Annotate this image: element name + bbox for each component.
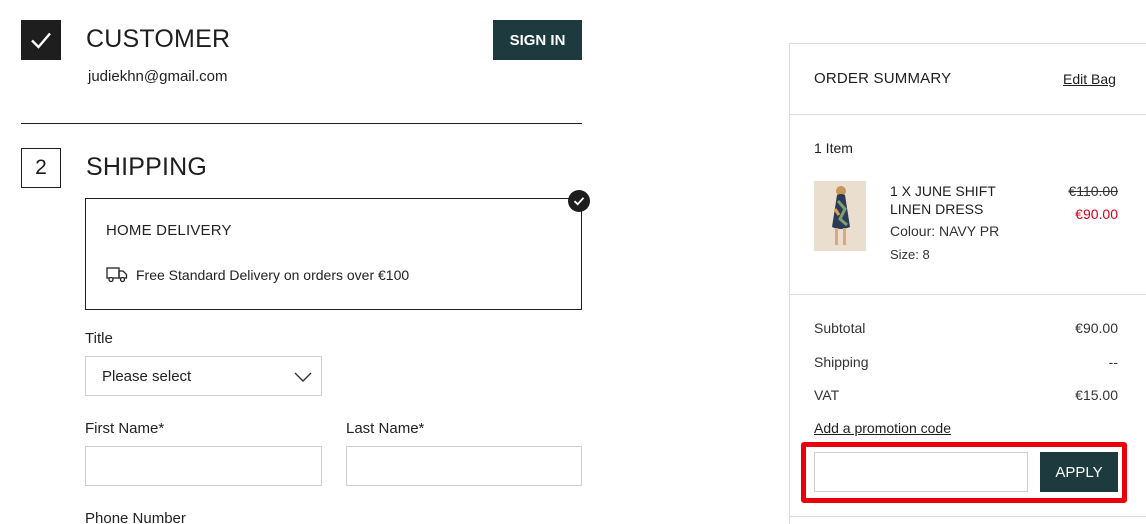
original-price: €110.00 xyxy=(1068,183,1118,199)
vat-value: €15.00 xyxy=(1075,387,1118,403)
first-name-label: First Name* xyxy=(85,420,165,437)
edit-bag-link[interactable]: Edit Bag xyxy=(1063,71,1116,87)
shipping-step-number: 2 xyxy=(21,148,61,188)
truck-icon xyxy=(106,265,128,288)
last-name-label: Last Name* xyxy=(346,420,425,437)
first-name-field[interactable] xyxy=(85,446,322,486)
apply-button[interactable]: APPLY xyxy=(1040,452,1118,492)
sign-in-button[interactable]: SIGN IN xyxy=(493,20,582,60)
chevron-down-icon xyxy=(294,372,312,382)
title-field-label: Title xyxy=(85,330,113,347)
last-name-field[interactable] xyxy=(346,446,582,486)
customer-email: judiekhn@gmail.com xyxy=(88,68,228,85)
delivery-option-title: HOME DELIVERY xyxy=(106,222,232,239)
shipping-cost-value: -- xyxy=(1108,354,1118,370)
shipping-section-title: SHIPPING xyxy=(86,153,208,181)
summary-divider xyxy=(790,516,1146,517)
add-promotion-code-link[interactable]: Add a promotion code xyxy=(814,420,951,436)
promo-code-input[interactable] xyxy=(814,452,1028,492)
subtotal-value: €90.00 xyxy=(1075,320,1118,336)
order-summary-title: ORDER SUMMARY xyxy=(814,70,952,87)
title-select-value: Please select xyxy=(102,367,192,385)
home-delivery-option[interactable] xyxy=(85,198,582,310)
shipping-cost-label: Shipping xyxy=(814,354,869,370)
sale-price: €90.00 xyxy=(1075,206,1118,222)
product-thumbnail[interactable] xyxy=(814,181,866,251)
subtotal-label: Subtotal xyxy=(814,320,866,336)
item-count: 1 Item xyxy=(814,140,853,156)
delivery-option-description: Free Standard Delivery on orders over €1… xyxy=(136,267,410,283)
summary-divider xyxy=(790,294,1146,295)
phone-number-label: Phone Number xyxy=(85,510,186,524)
checkmark-icon xyxy=(31,32,51,49)
title-select[interactable]: Please select xyxy=(85,356,322,396)
selected-check-icon xyxy=(568,190,590,212)
section-divider xyxy=(21,123,582,124)
summary-divider xyxy=(790,114,1146,115)
vat-label: VAT xyxy=(814,387,840,403)
product-colour: Colour: NAVY PR xyxy=(890,223,1000,239)
customer-step-complete-icon xyxy=(21,20,61,60)
product-name: 1 X JUNE SHIFT LINEN DRESS xyxy=(890,183,996,217)
customer-section-title: CUSTOMER xyxy=(86,25,231,53)
product-size: Size: 8 xyxy=(890,247,930,262)
